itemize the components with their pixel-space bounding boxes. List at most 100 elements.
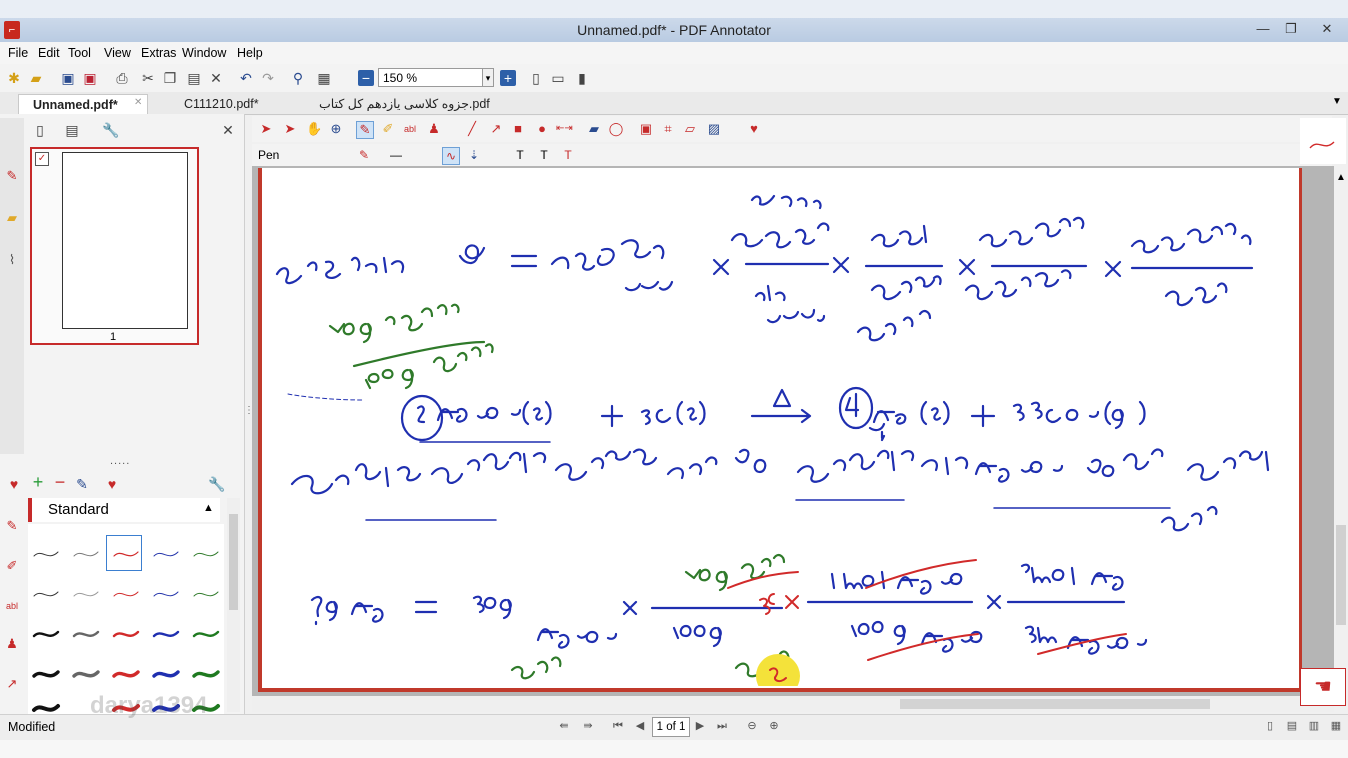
ruler-icon[interactable]: ▱ bbox=[682, 121, 698, 137]
heart-icon[interactable]: ♥ bbox=[6, 476, 22, 492]
stamp-sidebar-icon[interactable]: ♟ bbox=[4, 636, 20, 652]
menu-help[interactable]: Help bbox=[237, 46, 263, 60]
scroll-up-icon[interactable]: ▲ bbox=[1336, 172, 1346, 183]
pen-tool-icon[interactable]: ✎ bbox=[356, 121, 374, 139]
select-text-icon[interactable]: ➤ bbox=[282, 121, 298, 137]
find-icon[interactable]: ⚲ bbox=[290, 70, 306, 86]
continuous-view-icon[interactable]: ▤ bbox=[1284, 718, 1300, 734]
text-format-icon[interactable]: T bbox=[512, 147, 528, 163]
tab-unnamed[interactable]: Unnamed.pdf* bbox=[18, 94, 148, 114]
pen-tool-sidebar-icon[interactable]: ✎ bbox=[4, 518, 20, 534]
text-strike-icon[interactable]: T bbox=[560, 147, 576, 163]
next-view-icon[interactable]: ⇛ bbox=[580, 718, 596, 734]
document-scroll-thumb[interactable] bbox=[1336, 525, 1346, 625]
chevron-up-icon[interactable]: ▲ bbox=[203, 502, 214, 514]
folder-icon[interactable]: ▰ bbox=[4, 210, 20, 226]
tab-c111210[interactable]: C111210.pdf* bbox=[170, 94, 318, 114]
favorites-scroll-thumb[interactable] bbox=[229, 514, 238, 610]
favorite-heart-icon[interactable]: ♥ bbox=[104, 476, 120, 492]
favorites-heart-icon[interactable]: ♥ bbox=[746, 121, 762, 137]
menu-edit[interactable]: Edit bbox=[38, 46, 60, 60]
view-options-icon[interactable]: ▤ bbox=[64, 122, 80, 138]
close-icon[interactable]: ✕ bbox=[1312, 20, 1342, 38]
favorites-wrench-icon[interactable]: 🔧 bbox=[208, 476, 225, 492]
paste-icon[interactable]: ▤ bbox=[186, 70, 202, 86]
panel-splitter[interactable]: ..... bbox=[110, 455, 130, 467]
wrench-icon[interactable]: 🔧 bbox=[102, 122, 119, 138]
open-folder-icon[interactable]: ▰ bbox=[28, 70, 44, 86]
add-icon[interactable]: + bbox=[30, 473, 46, 491]
snap-icon[interactable]: ⇣ bbox=[466, 147, 482, 163]
attachment-icon[interactable]: ⌇ bbox=[4, 252, 20, 268]
zoom-input[interactable]: 150 % bbox=[378, 68, 484, 87]
menu-tool[interactable]: Tool bbox=[68, 46, 91, 60]
rectangle-icon[interactable]: ■ bbox=[510, 121, 526, 137]
favorites-group-header[interactable]: Standard bbox=[28, 498, 220, 522]
highlighter-icon[interactable]: ✐ bbox=[380, 121, 396, 137]
stamp-icon[interactable]: ♟ bbox=[426, 121, 442, 137]
hand-icon[interactable]: ✋ bbox=[306, 121, 322, 137]
smooth-stroke-icon[interactable]: ∿ bbox=[442, 147, 460, 165]
lasso-icon[interactable]: ◯ bbox=[608, 121, 624, 137]
minimize-icon[interactable]: — bbox=[1250, 20, 1276, 38]
zoom-tool-icon[interactable]: ⊕ bbox=[328, 121, 344, 137]
prev-page-icon[interactable]: ◀ bbox=[632, 718, 648, 734]
eraser-icon[interactable]: ▰ bbox=[586, 121, 602, 137]
tab-list-icon[interactable]: ▼ bbox=[1330, 96, 1344, 110]
ellipse-icon[interactable]: ● bbox=[534, 121, 550, 137]
fit-width-icon[interactable]: ▭ bbox=[550, 70, 566, 86]
single-page-view-icon[interactable]: ▯ bbox=[1262, 718, 1278, 734]
cut-icon[interactable]: ✂ bbox=[140, 70, 156, 86]
tab-jozveh[interactable]: جزوه کلاسی یازدهم کل کتاب.pdf bbox=[305, 94, 533, 114]
two-page-view-icon[interactable]: ▥ bbox=[1306, 718, 1322, 734]
page-icon[interactable]: ▯ bbox=[32, 122, 48, 138]
page-number-input[interactable]: 1 of 1 bbox=[652, 717, 690, 737]
line-width-icon[interactable]: — bbox=[388, 147, 404, 163]
maximize-icon[interactable]: ❐ bbox=[1278, 20, 1304, 38]
save-icon[interactable]: ▣ bbox=[60, 70, 76, 86]
document-hscroll-thumb[interactable] bbox=[900, 699, 1210, 709]
last-page-icon[interactable]: ⏭ bbox=[714, 718, 730, 734]
arrow-icon[interactable]: ↗ bbox=[488, 121, 504, 137]
zoom-in-icon[interactable]: + bbox=[500, 70, 516, 86]
fullscreen-icon[interactable]: ▮ bbox=[574, 70, 590, 86]
page-layout-icon[interactable]: ▦ bbox=[316, 70, 332, 86]
menu-window[interactable]: Window bbox=[182, 46, 226, 60]
redo-icon[interactable]: ↷ bbox=[260, 70, 276, 86]
insert-image-icon[interactable]: ▨ bbox=[706, 121, 722, 137]
new-icon[interactable]: ✱ bbox=[6, 70, 22, 86]
pen-color-icon[interactable]: ✎ bbox=[356, 147, 372, 163]
remove-icon[interactable]: − bbox=[52, 473, 68, 491]
crop-icon[interactable]: ⌗ bbox=[660, 121, 676, 137]
print-icon[interactable]: ⎙ bbox=[114, 70, 130, 86]
measure-icon[interactable]: ⇤⇥ bbox=[556, 121, 573, 137]
delete-icon[interactable]: ✕ bbox=[208, 70, 224, 86]
camera-icon[interactable]: ▣ bbox=[638, 121, 654, 137]
edit-pen-icon[interactable]: ✎ bbox=[74, 476, 90, 492]
fit-page-icon[interactable]: ▯ bbox=[528, 70, 544, 86]
handwritten-annotations[interactable] bbox=[262, 170, 1298, 686]
two-page-continuous-icon[interactable]: ▦ bbox=[1328, 718, 1344, 734]
arrow-sidebar-icon[interactable]: ↗ bbox=[4, 676, 20, 692]
copy-icon[interactable]: ❐ bbox=[162, 70, 178, 86]
menu-extras[interactable]: Extras bbox=[141, 46, 176, 60]
first-page-icon[interactable]: ⏮ bbox=[610, 718, 626, 734]
zoom-out-icon[interactable]: − bbox=[358, 70, 374, 86]
thumbnail-checkbox[interactable]: ✓ bbox=[35, 152, 49, 166]
menu-file[interactable]: File bbox=[8, 46, 28, 60]
text-box-sidebar-icon[interactable]: abl bbox=[4, 598, 20, 614]
zoom-dropdown-icon[interactable]: ▾ bbox=[482, 68, 494, 87]
line-icon[interactable]: ╱ bbox=[464, 121, 480, 137]
prev-view-icon[interactable]: ⇚ bbox=[556, 718, 572, 734]
selected-pen-preset[interactable] bbox=[106, 535, 142, 571]
forward-icon[interactable]: ⊕ bbox=[766, 718, 782, 734]
menu-view[interactable]: View bbox=[104, 46, 131, 60]
pen-sidebar-icon[interactable]: ✎ bbox=[4, 168, 20, 184]
next-page-icon[interactable]: ▶ bbox=[692, 718, 708, 734]
thumbnail-page[interactable] bbox=[62, 152, 188, 329]
select-arrow-icon[interactable]: ➤ bbox=[258, 121, 274, 137]
tab-close-icon[interactable]: ✕ bbox=[134, 97, 142, 108]
text-box-icon[interactable]: abl bbox=[402, 121, 418, 137]
panel-close-icon[interactable]: ✕ bbox=[220, 122, 236, 138]
save-as-icon[interactable]: ▣ bbox=[82, 70, 98, 86]
